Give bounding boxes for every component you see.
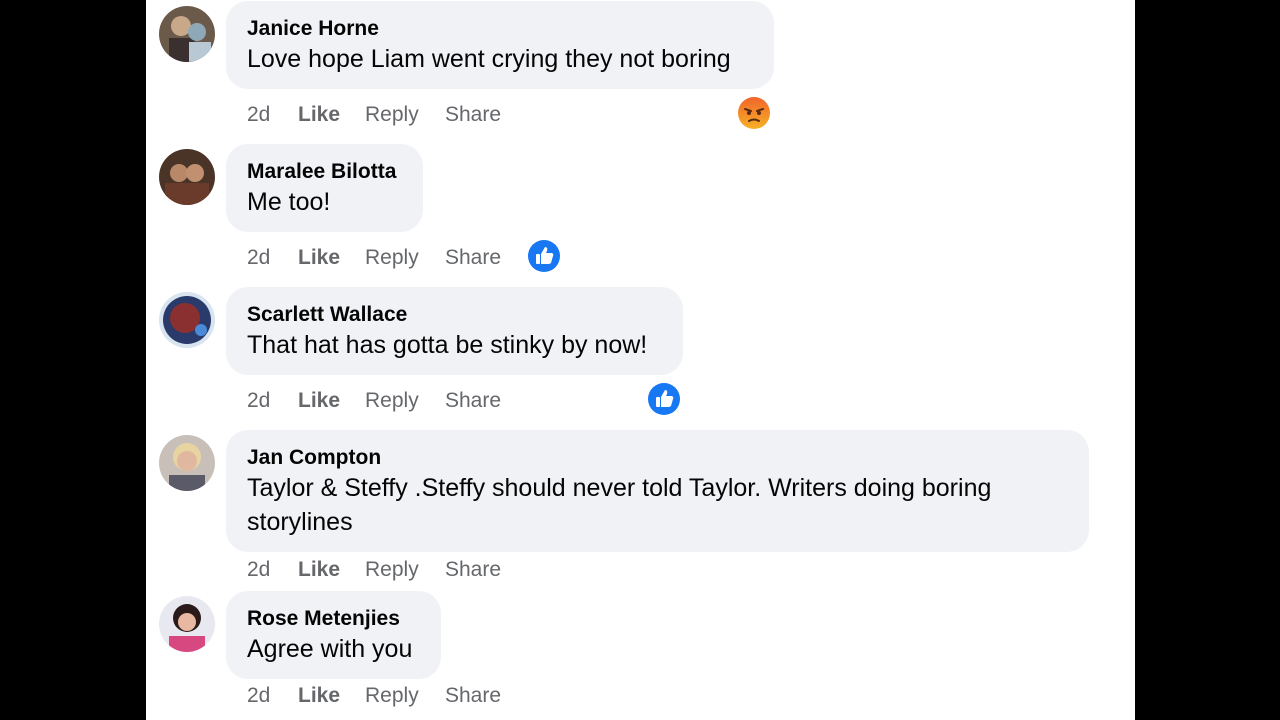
comment-timestamp[interactable]: 2d xyxy=(247,103,298,127)
comment-timestamp[interactable]: 2d xyxy=(247,684,298,708)
reply-button[interactable]: Reply xyxy=(365,558,445,582)
comment-author[interactable]: Jan Compton xyxy=(247,444,1069,471)
reply-button[interactable]: Reply xyxy=(365,684,445,708)
comment-timestamp[interactable]: 2d xyxy=(247,246,298,270)
comment-text: That hat has gotta be stinky by now! xyxy=(247,331,648,359)
reply-button[interactable]: Reply xyxy=(365,389,445,413)
comment-author[interactable]: Janice Horne xyxy=(247,15,754,42)
comment-author[interactable]: Scarlett Wallace xyxy=(247,301,663,328)
share-button[interactable]: Share xyxy=(445,684,505,708)
reply-button[interactable]: Reply xyxy=(365,103,445,127)
comment-text: Me too! xyxy=(247,188,331,216)
comments-panel: Janice Horne Love hope Liam went crying … xyxy=(146,0,1135,720)
comment-bubble: Janice Horne Love hope Liam went crying … xyxy=(226,1,774,89)
comment-timestamp[interactable]: 2d xyxy=(247,389,298,413)
comment-timestamp[interactable]: 2d xyxy=(247,558,298,582)
angry-reaction-icon[interactable] xyxy=(737,96,771,130)
comment-actions: 2d Like Reply Share xyxy=(247,386,505,416)
comment-bubble: Scarlett Wallace That hat has gotta be s… xyxy=(226,287,683,375)
like-button[interactable]: Like xyxy=(298,558,365,582)
avatar[interactable] xyxy=(159,149,215,205)
comment-actions: 2d Like Reply Share xyxy=(247,681,505,711)
share-button[interactable]: Share xyxy=(445,389,505,413)
avatar[interactable] xyxy=(159,6,215,62)
like-button[interactable]: Like xyxy=(298,246,365,270)
avatar[interactable] xyxy=(159,292,215,348)
comment-actions: 2d Like Reply Share xyxy=(247,243,505,273)
comment-text: Taylor & Steffy .Steffy should never tol… xyxy=(247,474,992,536)
comment-author[interactable]: Rose Metenjies xyxy=(247,605,421,632)
comment-text: Agree with you xyxy=(247,635,413,663)
like-button[interactable]: Like xyxy=(298,103,365,127)
like-reaction-icon[interactable] xyxy=(527,239,561,273)
like-reaction-icon[interactable] xyxy=(647,382,681,416)
like-button[interactable]: Like xyxy=(298,684,365,708)
like-button[interactable]: Like xyxy=(298,389,365,413)
comment-actions: 2d Like Reply Share xyxy=(247,555,505,585)
comment-actions: 2d Like Reply Share xyxy=(247,100,505,130)
comment-text: Love hope Liam went crying they not bori… xyxy=(247,45,731,73)
share-button[interactable]: Share xyxy=(445,558,505,582)
comment-bubble: Maralee Bilotta Me too! xyxy=(226,144,423,232)
comment-bubble: Jan Compton Taylor & Steffy .Steffy shou… xyxy=(226,430,1089,552)
comment-bubble: Rose Metenjies Agree with you xyxy=(226,591,441,679)
reply-button[interactable]: Reply xyxy=(365,246,445,270)
share-button[interactable]: Share xyxy=(445,103,505,127)
comment-author[interactable]: Maralee Bilotta xyxy=(247,158,403,185)
share-button[interactable]: Share xyxy=(445,246,505,270)
avatar[interactable] xyxy=(159,435,215,491)
avatar[interactable] xyxy=(159,596,215,652)
